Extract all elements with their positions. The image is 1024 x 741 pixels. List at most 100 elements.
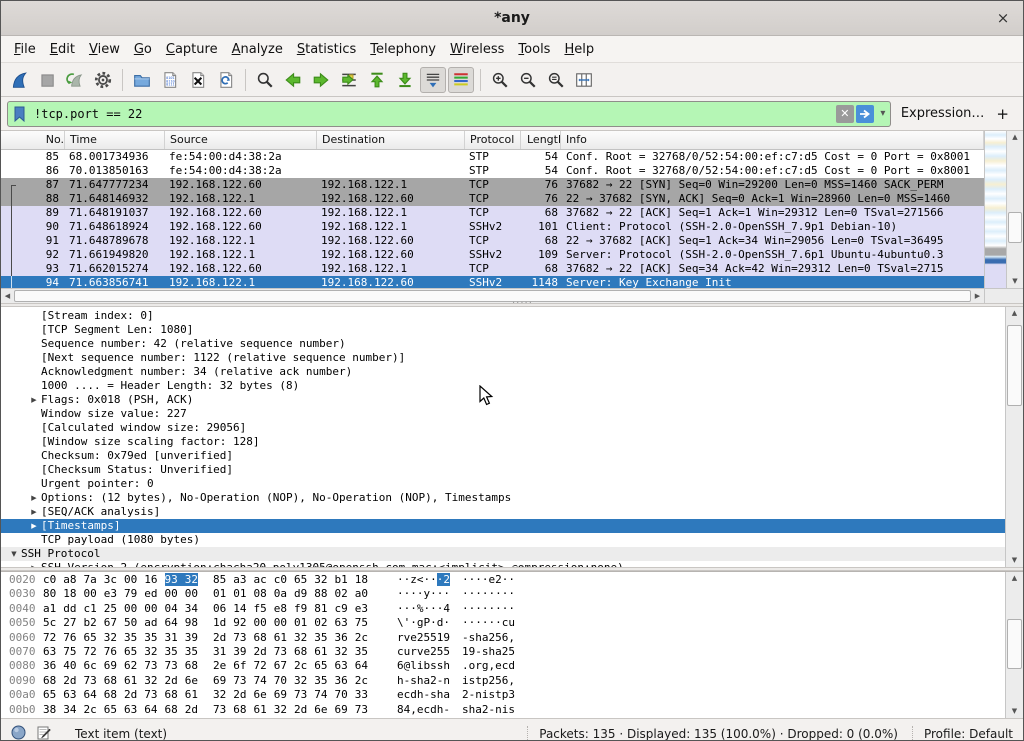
save-file-button[interactable]: 010101100111: [157, 67, 183, 93]
packet-row[interactable]: 8871.648146932192.168.122.1192.168.122.6…: [1, 192, 984, 206]
detail-line[interactable]: ▼SSH Protocol: [1, 547, 1005, 561]
detail-line[interactable]: [TCP Segment Len: 1080]: [1, 323, 1005, 337]
hscroll-thumb[interactable]: [14, 290, 971, 302]
details-scroll-down-icon[interactable]: ▼: [1006, 554, 1023, 567]
hex-row[interactable]: 00a0656364682d736861322d6e6973747033ecdh…: [1, 688, 1005, 702]
menu-help[interactable]: Help: [557, 39, 601, 60]
collapse-icon[interactable]: ▼: [7, 547, 21, 561]
zoom-in-button[interactable]: [487, 67, 513, 93]
intelligent-scrollbar-minimap[interactable]: [984, 131, 1006, 288]
menu-wireless[interactable]: Wireless: [443, 39, 511, 60]
close-file-button[interactable]: [185, 67, 211, 93]
column-header-length[interactable]: Length: [521, 131, 561, 149]
details-scroll-thumb[interactable]: [1007, 325, 1022, 407]
column-header-info[interactable]: Info: [561, 131, 984, 149]
open-file-button[interactable]: [129, 67, 155, 93]
expand-icon[interactable]: ▶: [27, 519, 41, 533]
detail-line[interactable]: 1000 .... = Header Length: 32 bytes (8): [1, 379, 1005, 393]
start-capture-button[interactable]: [6, 67, 32, 93]
packet-row[interactable]: 9171.648789678192.168.122.1192.168.122.6…: [1, 234, 984, 248]
packet-row[interactable]: 8771.647777234192.168.122.60192.168.122.…: [1, 178, 984, 192]
detail-line[interactable]: [Stream index: 0]: [1, 309, 1005, 323]
packet-row[interactable]: 9371.662015274192.168.122.60192.168.122.…: [1, 262, 984, 276]
packet-row[interactable]: 9071.648618924192.168.122.60192.168.122.…: [1, 220, 984, 234]
bytes-vscrollbar[interactable]: ▲ ▼: [1005, 572, 1023, 718]
packet-row[interactable]: 8568.001734936fe:54:00:d4:38:2aSTP54Conf…: [1, 150, 984, 164]
filter-clear-icon[interactable]: ✕: [836, 105, 854, 123]
expression-button[interactable]: Expression…: [891, 106, 995, 121]
detail-line[interactable]: [Checksum Status: Unverified]: [1, 463, 1005, 477]
filter-history-dropdown-icon[interactable]: ▾: [876, 108, 890, 119]
go-back-button[interactable]: [280, 67, 306, 93]
hex-row[interactable]: 00b038342c656364682d736861322d6e697384,e…: [1, 703, 1005, 717]
detail-line[interactable]: [Next sequence number: 1122 (relative se…: [1, 351, 1005, 365]
filter-apply-icon[interactable]: [856, 105, 874, 123]
packet-row[interactable]: 9471.663856741192.168.122.1192.168.122.6…: [1, 276, 984, 288]
details-vscrollbar[interactable]: ▲ ▼: [1005, 307, 1023, 567]
details-bytes-splitter[interactable]: [1, 567, 1023, 571]
detail-line[interactable]: TCP payload (1080 bytes): [1, 533, 1005, 547]
hex-row[interactable]: 00505c27b26750ad64981d92000001026375\'·g…: [1, 616, 1005, 630]
hex-dump[interactable]: 0020c0a87a3c0016933285a3acc06532b118··z<…: [1, 572, 1005, 718]
vscroll-up-arrow-icon[interactable]: ▲: [1007, 131, 1023, 144]
expert-info-icon[interactable]: [11, 725, 26, 741]
hex-row[interactable]: 006072766532353531392d7368613235362crve2…: [1, 631, 1005, 645]
menu-go[interactable]: Go: [127, 39, 159, 60]
expand-icon[interactable]: ▶: [27, 393, 41, 407]
find-packet-button[interactable]: [252, 67, 278, 93]
column-header-destination[interactable]: Destination: [317, 131, 465, 149]
menu-telephony[interactable]: Telephony: [363, 39, 443, 60]
detail-line[interactable]: Urgent pointer: 0: [1, 477, 1005, 491]
go-forward-button[interactable]: [308, 67, 334, 93]
detail-line[interactable]: Checksum: 0x79ed [unverified]: [1, 449, 1005, 463]
menu-statistics[interactable]: Statistics: [290, 39, 363, 60]
go-to-packet-button[interactable]: [336, 67, 362, 93]
detail-line[interactable]: ▶[SEQ/ACK analysis]: [1, 505, 1005, 519]
column-header-protocol[interactable]: Protocol: [465, 131, 521, 149]
hex-row[interactable]: 008036406c69627373682e6f72672c6563646@li…: [1, 659, 1005, 673]
packet-row[interactable]: 9271.661949820192.168.122.1192.168.122.6…: [1, 248, 984, 262]
packet-row[interactable]: 8971.648191037192.168.122.60192.168.122.…: [1, 206, 984, 220]
detail-line[interactable]: Sequence number: 42 (relative sequence n…: [1, 337, 1005, 351]
detail-line[interactable]: [Window size scaling factor: 128]: [1, 435, 1005, 449]
reload-file-button[interactable]: [213, 67, 239, 93]
list-details-splitter[interactable]: [1, 303, 1023, 307]
column-header-no[interactable]: No.: [1, 131, 65, 149]
auto-scroll-button[interactable]: [420, 67, 446, 93]
detail-line[interactable]: ▶Options: (12 bytes), No-Operation (NOP)…: [1, 491, 1005, 505]
stop-capture-button[interactable]: [34, 67, 60, 93]
menu-analyze[interactable]: Analyze: [225, 39, 290, 60]
expand-icon[interactable]: ▶: [27, 505, 41, 519]
add-filter-button[interactable]: +: [994, 105, 1017, 123]
hscroll-left-arrow-icon[interactable]: ◀: [1, 292, 14, 300]
filter-bookmark-icon[interactable]: [8, 106, 30, 122]
bytes-scroll-thumb[interactable]: [1007, 619, 1022, 669]
zoom-100-button[interactable]: [543, 67, 569, 93]
display-filter-input[interactable]: [30, 107, 836, 121]
detail-line[interactable]: Acknowledgment number: 34 (relative ack …: [1, 365, 1005, 379]
vscroll-thumb[interactable]: [1008, 212, 1022, 243]
hex-row[interactable]: 0020c0a87a3c0016933285a3acc06532b118··z<…: [1, 573, 1005, 587]
go-last-button[interactable]: [392, 67, 418, 93]
detail-line[interactable]: Window size value: 227: [1, 407, 1005, 421]
packet-row[interactable]: 8670.013850163fe:54:00:d4:38:2aSTP54Conf…: [1, 164, 984, 178]
hex-row[interactable]: 0040a1ddc125000004340614f5e8f981c9e3···%…: [1, 602, 1005, 616]
menu-file[interactable]: File: [7, 39, 43, 60]
hex-row[interactable]: 0070637572766532353531392d7368613235curv…: [1, 645, 1005, 659]
expand-icon[interactable]: ▶: [27, 491, 41, 505]
packet-list-hscrollbar[interactable]: ◀ ▶: [1, 288, 984, 303]
zoom-out-button[interactable]: [515, 67, 541, 93]
colorize-button[interactable]: [448, 67, 474, 93]
go-first-button[interactable]: [364, 67, 390, 93]
detail-line[interactable]: ▶Flags: 0x018 (PSH, ACK): [1, 393, 1005, 407]
details-scroll-up-icon[interactable]: ▲: [1006, 307, 1023, 320]
close-window-button[interactable]: ×: [993, 8, 1013, 28]
detail-line[interactable]: ▶[Timestamps]: [1, 519, 1005, 533]
hscroll-right-arrow-icon[interactable]: ▶: [971, 292, 984, 300]
packet-list-vscrollbar[interactable]: ▲ ▼: [1006, 131, 1023, 288]
bytes-scroll-up-icon[interactable]: ▲: [1006, 572, 1023, 585]
detail-line[interactable]: [Calculated window size: 29056]: [1, 421, 1005, 435]
menu-tools[interactable]: Tools: [511, 39, 557, 60]
hex-row[interactable]: 0030801800e379ed00000101080ad98802a0····…: [1, 587, 1005, 601]
restart-capture-button[interactable]: [62, 67, 88, 93]
